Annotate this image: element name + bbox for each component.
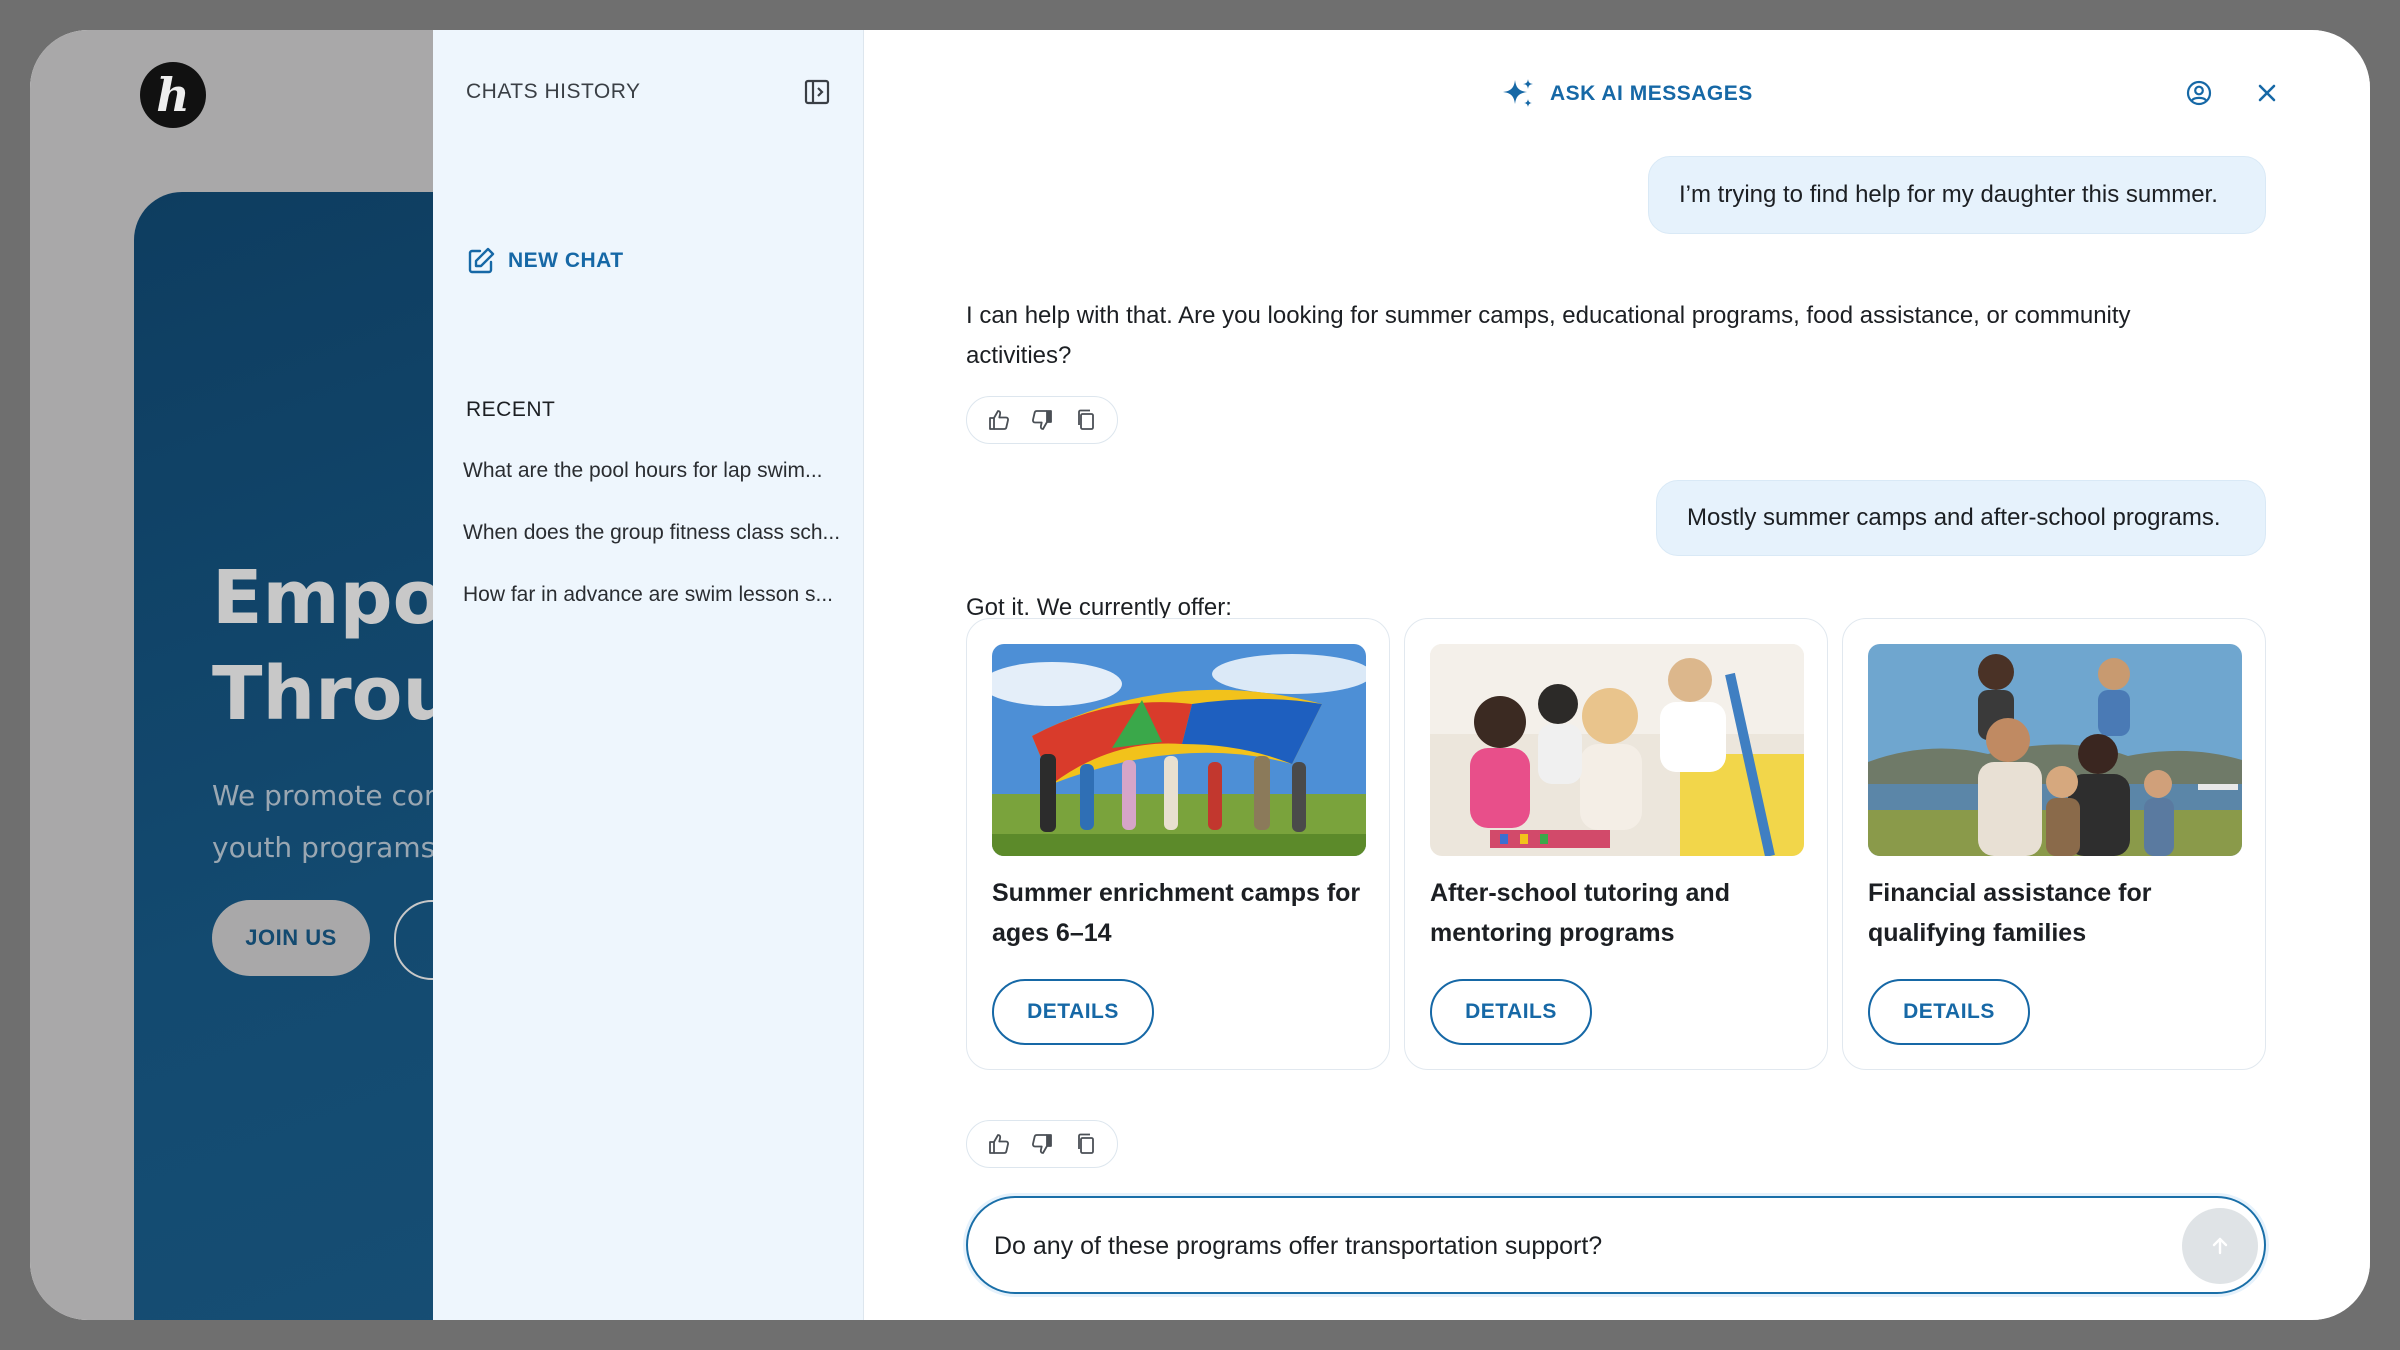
chat-header-title: ASK AI MESSAGES [1500, 76, 1753, 112]
arrow-up-icon [2208, 1234, 2232, 1258]
thumbs-down-icon[interactable] [1030, 1132, 1054, 1156]
thumbs-up-icon[interactable] [987, 408, 1011, 432]
new-chat-button[interactable]: NEW CHAT [466, 246, 624, 276]
recent-chat-item[interactable]: When does the group fitness class sch... [463, 518, 843, 580]
recent-chat-item[interactable]: What are the pool hours for lap swim... [463, 456, 843, 518]
thumbs-up-icon[interactable] [987, 1132, 1011, 1156]
message-input[interactable] [992, 1220, 2136, 1272]
details-button[interactable]: DETAILS [1430, 979, 1592, 1045]
new-chat-label: NEW CHAT [508, 249, 624, 272]
app-window: h Empow Throug We promote com youth prog… [30, 30, 2370, 1320]
hero-subtitle: We promote com youth programs, [212, 779, 452, 864]
message-composer [966, 1196, 2266, 1294]
card-title: After-school tutoring and mentoring prog… [1430, 879, 1730, 947]
program-card: Summer enrichment camps for ages 6–14 DE… [966, 618, 1390, 1070]
card-title: Financial assistance for qualifying fami… [1868, 879, 2152, 947]
recent-heading: RECENT [466, 398, 556, 421]
sidebar-collapse-icon[interactable] [803, 78, 831, 106]
join-us-button: JOIN US [212, 900, 370, 976]
assistant-message: I can help with that. Are you looking fo… [966, 302, 2131, 369]
chat-header-label: ASK AI MESSAGES [1550, 82, 1753, 105]
copy-icon[interactable] [1074, 408, 1098, 432]
user-message: I’m trying to find help for my daughter … [1648, 156, 2266, 234]
user-message: Mostly summer camps and after-school pro… [1656, 480, 2266, 556]
chats-history-sidebar: CHATS HISTORY NEW CHAT RECENT What are t… [433, 30, 864, 1320]
chat-panel: ASK AI MESSAGES I’m trying to find help … [864, 30, 2370, 1320]
site-logo: h [140, 62, 206, 128]
sidebar-title: CHATS HISTORY [466, 80, 641, 103]
recent-chats-list: What are the pool hours for lap swim... … [463, 456, 843, 642]
card-title: Summer enrichment camps for ages 6–14 [992, 879, 1361, 947]
copy-icon[interactable] [1074, 1132, 1098, 1156]
edit-icon [466, 246, 496, 276]
close-icon[interactable] [2254, 80, 2280, 106]
card-image-tutoring [1430, 644, 1804, 856]
user-circle-icon[interactable] [2184, 78, 2214, 108]
send-button[interactable] [2182, 1208, 2258, 1284]
details-button[interactable]: DETAILS [1868, 979, 2030, 1045]
message-reactions [966, 396, 1118, 444]
program-card: After-school tutoring and mentoring prog… [1404, 618, 1828, 1070]
card-image-summer-camp [992, 644, 1366, 856]
message-reactions [966, 1120, 1118, 1168]
thumbs-down-icon[interactable] [1030, 408, 1054, 432]
details-button[interactable]: DETAILS [992, 979, 1154, 1045]
recent-chat-item[interactable]: How far in advance are swim lesson s... [463, 580, 843, 642]
program-card: Financial assistance for qualifying fami… [1842, 618, 2266, 1070]
program-cards: Summer enrichment camps for ages 6–14 DE… [966, 618, 2266, 1070]
sparkle-icon [1500, 76, 1536, 112]
card-image-family [1868, 644, 2242, 856]
